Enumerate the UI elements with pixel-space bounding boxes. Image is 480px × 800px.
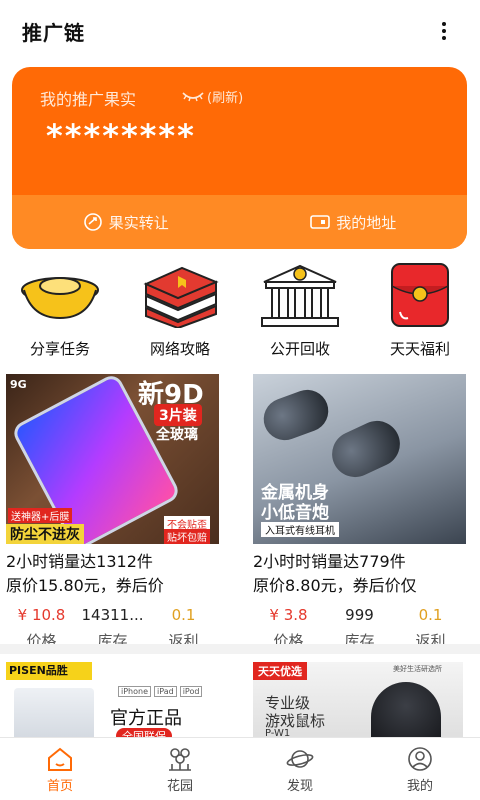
tab-garden[interactable]: 花园	[120, 738, 240, 800]
quick-item-guide[interactable]: 网络攻略	[120, 262, 240, 362]
price-value: ¥ 3.8	[269, 606, 308, 624]
transfer-label: 果实转让	[108, 213, 169, 232]
transfer-icon	[83, 213, 102, 231]
image-headline: 官方正品	[110, 708, 182, 729]
product-original-price: 原价15.80元，券后价	[6, 576, 164, 595]
brand-logo: PISEN品胜	[6, 662, 92, 680]
earnings-actions: 果实转让 我的地址	[12, 195, 467, 249]
gold-ingot-icon	[21, 277, 99, 320]
product-card[interactable]: 9G 新9D 3片装 全玻璃 送神器+后膜 防尘不进灰 不会贴歪 贴坏包赔 2小…	[6, 374, 219, 651]
product-name: 2小时销量达1312件	[6, 552, 153, 571]
my-address-label: 我的地址	[336, 213, 397, 232]
tab-discover[interactable]: 发现	[240, 738, 360, 800]
tab-label: 首页	[46, 779, 73, 794]
rebate-value: 0.1	[171, 606, 196, 624]
brand-logo: 9G	[10, 378, 27, 391]
quick-menu: 分享任务 网络攻略 公开回收 天天福利	[0, 262, 480, 362]
cable-graphic	[14, 688, 94, 742]
image-small: 美好生活研选所	[393, 665, 442, 673]
product-card[interactable]: 金属机身 小低音炮 入耳式有线耳机 2小时时销量达779件 原价8.80元，券后…	[253, 374, 466, 651]
stock-value: 999	[345, 606, 374, 624]
rebate-value: 0.1	[418, 606, 443, 624]
image-sub: 全玻璃	[156, 427, 198, 443]
product-image[interactable]: 金属机身 小低音炮 入耳式有线耳机	[253, 374, 466, 544]
image-line2: 小低音炮	[261, 503, 329, 523]
earnings-amount: ********	[46, 117, 196, 155]
page-title: 推广链	[22, 21, 85, 45]
earnings-card: 我的推广果实 (刷新) ******** 果实转让 我的地址	[12, 67, 467, 249]
quick-label: 网络攻略	[149, 340, 210, 358]
stock-value: 14311...	[81, 606, 144, 624]
product-name: 2小时时销量达779件	[253, 552, 406, 571]
image-badge: 天天优选	[253, 662, 307, 680]
tab-label: 发现	[286, 779, 313, 794]
quick-label: 公开回收	[269, 340, 330, 358]
quick-item-share-task[interactable]: 分享任务	[0, 262, 120, 362]
tab-mine[interactable]: 我的	[360, 738, 480, 800]
image-slogan: 防尘不进灰	[6, 524, 84, 544]
red-envelope-icon	[391, 263, 449, 327]
bottom-tab-bar: 首页 花园 发现 我的	[0, 737, 480, 800]
product-image[interactable]: 9G 新9D 3片装 全玻璃 送神器+后膜 防尘不进灰 不会贴歪 贴坏包赔	[6, 374, 219, 544]
top-bar: 推广链	[0, 0, 480, 62]
transfer-button[interactable]: 果实转让	[12, 195, 240, 249]
device-labels: iPhone iPad iPod	[118, 686, 203, 697]
red-books-icon	[143, 266, 219, 328]
product-card[interactable]: PISEN品胜 iPhone iPad iPod 官方正品 全国联保	[6, 662, 219, 742]
quick-item-recycle[interactable]: 公开回收	[240, 262, 360, 362]
tab-label: 我的	[406, 779, 433, 794]
product-original-price: 原价8.80元，券后价仅	[253, 576, 417, 595]
divider	[0, 644, 480, 654]
garden-icon	[169, 748, 191, 771]
my-address-button[interactable]: 我的地址	[240, 195, 468, 249]
home-icon	[48, 747, 72, 771]
planet-icon	[286, 750, 314, 768]
quick-label: 分享任务	[29, 340, 90, 358]
address-card-icon	[310, 215, 331, 229]
image-tag: 入耳式有线耳机	[261, 522, 339, 537]
more-menu-icon[interactable]	[436, 20, 452, 44]
refresh-button[interactable]: (刷新)	[182, 87, 243, 106]
tab-label: 花园	[166, 779, 193, 794]
quick-label: 天天福利	[389, 340, 450, 358]
refresh-label: (刷新)	[207, 91, 244, 106]
mouse-graphic	[371, 682, 441, 742]
tab-home[interactable]: 首页	[0, 738, 120, 800]
bank-building-icon	[261, 264, 339, 327]
image-gift: 送神器+后膜	[8, 508, 73, 523]
image-badge: 3片装	[154, 404, 202, 426]
price-value: ¥ 10.8	[17, 606, 66, 624]
earbud-graphic	[324, 413, 408, 485]
image-tag2: 贴坏包赔	[164, 529, 210, 544]
earnings-label: 我的推广果实	[40, 90, 137, 109]
quick-item-welfare[interactable]: 天天福利	[360, 262, 480, 362]
product-card[interactable]: 天天优选 美好生活研选所 专业级 游戏鼠标 P-W1	[253, 662, 463, 742]
earbud-graphic	[257, 383, 335, 447]
eye-closed-icon[interactable]	[182, 91, 204, 103]
user-icon	[408, 747, 432, 771]
